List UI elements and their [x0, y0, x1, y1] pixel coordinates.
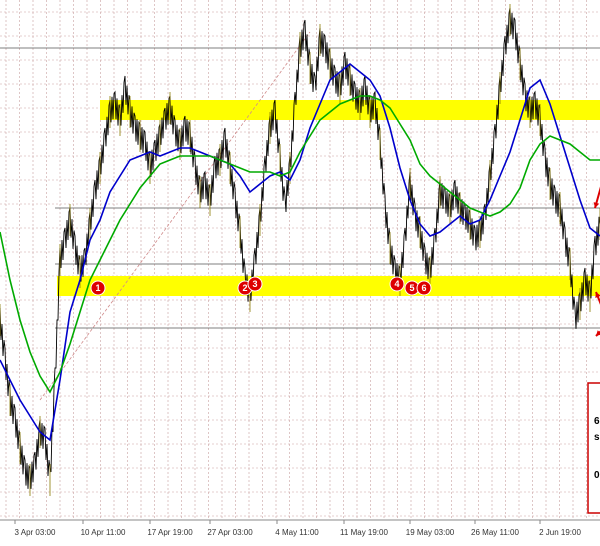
- x-tick-label: 3 Apr 03:00: [15, 528, 56, 537]
- x-tick-label: 27 Apr 03:00: [207, 528, 253, 537]
- x-tick-label: 26 May 11:00: [471, 528, 519, 537]
- series-layer: [0, 4, 600, 496]
- x-tick-label: 2 Jun 19:00: [539, 528, 581, 537]
- x-tick-label: 10 Apr 11:00: [81, 528, 126, 537]
- annotation-box-text: s: [594, 432, 600, 443]
- annotation-arrow-head: [596, 330, 600, 336]
- annotation-box-text: 6: [594, 416, 600, 427]
- marker-label-2: 2: [242, 283, 247, 293]
- chart-svg: 123456 6s0 3 Apr 03:00 10 Apr 11:00 17 Apr…: [0, 0, 600, 537]
- annotation-box: [587, 382, 600, 514]
- price-chart: 123456 6s0 3 Apr 03:00 10 Apr 11:00 17 Apr…: [0, 0, 600, 546]
- x-tick-label: 4 May 11:00: [275, 528, 319, 537]
- x-tick-label: 19 May 03:00: [406, 528, 455, 537]
- price-series-line: [0, 7, 600, 489]
- axis-layer: 3 Apr 03:00 10 Apr 11:00 17 Apr 19:00 27 Ap…: [14, 520, 581, 537]
- x-tick-label: 17 Apr 19:00: [147, 528, 193, 537]
- diagonal-trendline: [39, 31, 311, 401]
- x-tick-label: 11 May 19:00: [340, 528, 388, 537]
- marker-label-6: 6: [421, 283, 426, 293]
- marker-label-1: 1: [95, 283, 100, 293]
- grid-layer: [0, 0, 600, 521]
- marker-label-4: 4: [394, 279, 399, 289]
- marker-label-3: 3: [252, 279, 257, 289]
- lower-support-zone: [57, 276, 600, 296]
- marker-label-5: 5: [409, 283, 414, 293]
- ma-green-series-line: [0, 95, 600, 394]
- annotation-box-text: 0: [594, 470, 600, 481]
